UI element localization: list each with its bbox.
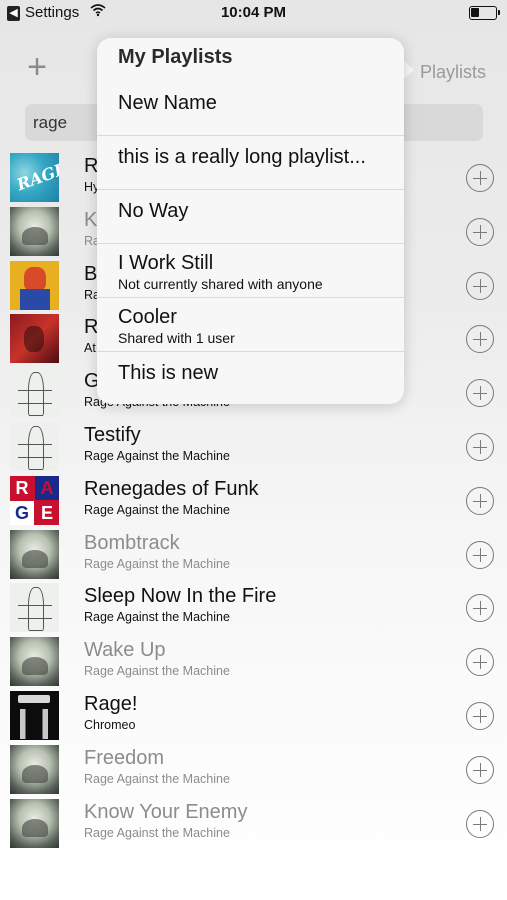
add-button[interactable]: +: [22, 50, 52, 84]
album-art: [10, 637, 59, 686]
add-to-playlist-icon[interactable]: [466, 594, 494, 622]
song-title: B: [84, 263, 98, 285]
album-art-letter: E: [35, 501, 59, 525]
add-to-playlist-icon[interactable]: [466, 379, 494, 407]
song-artist: At: [84, 341, 96, 355]
album-art: [10, 314, 59, 363]
album-art: [10, 745, 59, 794]
song-title: Freedom: [84, 747, 165, 769]
playlist-item[interactable]: this is a really long playlist...: [97, 136, 404, 190]
song-row[interactable]: Testify Rage Against the Machine: [0, 419, 507, 473]
add-to-playlist-icon[interactable]: [466, 756, 494, 784]
song-artist: Chromeo: [84, 718, 136, 732]
status-time: 10:04 PM: [220, 4, 287, 21]
song-title: Rage!: [84, 693, 138, 715]
playlists-popover: My Playlists New Name this is a really lo…: [97, 38, 404, 404]
album-art-letter: G: [10, 501, 34, 525]
playlist-name: Cooler: [118, 306, 177, 328]
add-to-playlist-icon[interactable]: [466, 810, 494, 838]
song-row[interactable]: Freedom Rage Against the Machine: [0, 742, 507, 796]
add-to-playlist-icon[interactable]: [466, 218, 494, 246]
album-art: [10, 799, 59, 848]
song-artist: Rage Against the Machine: [84, 449, 230, 463]
battery-icon: [469, 6, 500, 20]
song-title: Testify: [84, 424, 141, 446]
song-title: K: [84, 209, 98, 231]
song-artist: Rage Against the Machine: [84, 826, 230, 840]
song-artist: Rage Against the Machine: [84, 503, 230, 517]
playlist-name: No Way: [118, 200, 189, 222]
song-row[interactable]: Know Your Enemy Rage Against the Machine: [0, 796, 507, 850]
add-to-playlist-icon[interactable]: [466, 272, 494, 300]
add-to-playlist-icon[interactable]: [466, 325, 494, 353]
song-artist: Rage Against the Machine: [84, 557, 230, 571]
add-to-playlist-icon[interactable]: [466, 702, 494, 730]
add-to-playlist-icon[interactable]: [466, 433, 494, 461]
song-row[interactable]: Bombtrack Rage Against the Machine: [0, 527, 507, 581]
playlist-subtitle: Not currently shared with anyone: [118, 276, 323, 292]
song-artist: Rage Against the Machine: [84, 610, 230, 624]
add-to-playlist-icon[interactable]: [466, 164, 494, 192]
playlist-name: New Name: [118, 92, 217, 114]
album-art-text: RAGE: [14, 158, 59, 195]
playlist-item[interactable]: I Work Still Not currently shared with an…: [97, 244, 404, 298]
album-art: [10, 530, 59, 579]
status-bar: ◀ Settings 10:04 PM: [0, 0, 507, 28]
playlist-item[interactable]: No Way: [97, 190, 404, 244]
playlist-name: I Work Still: [118, 252, 214, 274]
song-row[interactable]: Rage! Chromeo: [0, 688, 507, 742]
album-art: [10, 261, 59, 310]
playlist-name: this is a really long playlist...: [118, 146, 366, 168]
song-artist: Rage Against the Machine: [84, 772, 230, 786]
album-art: [10, 691, 59, 740]
song-title: Wake Up: [84, 639, 166, 661]
playlist-item[interactable]: New Name: [97, 82, 404, 136]
song-row[interactable]: Sleep Now In the Fire Rage Against the Ma…: [0, 580, 507, 634]
album-art: [10, 422, 59, 471]
album-art: [10, 207, 59, 256]
album-art-letter: A: [35, 476, 59, 500]
song-row[interactable]: Wake Up Rage Against the Machine: [0, 634, 507, 688]
song-artist: Rage Against the Machine: [84, 664, 230, 678]
album-art: RAGE: [10, 476, 59, 525]
album-art: RAGE: [10, 153, 59, 202]
playlist-item[interactable]: Cooler Shared with 1 user: [97, 298, 404, 352]
song-row[interactable]: R A G E Renegades of Funk Rage Against the Ma…: [0, 473, 507, 527]
song-title: Sleep Now In the Fire: [84, 585, 277, 607]
playlists-button[interactable]: Playlists: [420, 62, 486, 83]
album-art: [10, 583, 59, 632]
add-to-playlist-icon[interactable]: [466, 541, 494, 569]
playlist-subtitle: Shared with 1 user: [118, 330, 235, 346]
playlist-item[interactable]: This is new: [97, 352, 404, 404]
battery-level: [471, 8, 479, 17]
album-art: [10, 368, 59, 417]
song-title: Bombtrack: [84, 532, 180, 554]
add-to-playlist-icon[interactable]: [466, 648, 494, 676]
song-title: Renegades of Funk: [84, 478, 259, 500]
add-to-playlist-icon[interactable]: [466, 487, 494, 515]
album-art-letter: R: [10, 476, 34, 500]
popover-title: My Playlists: [118, 46, 233, 68]
song-title: Know Your Enemy: [84, 801, 248, 823]
playlist-name: This is new: [118, 362, 219, 384]
